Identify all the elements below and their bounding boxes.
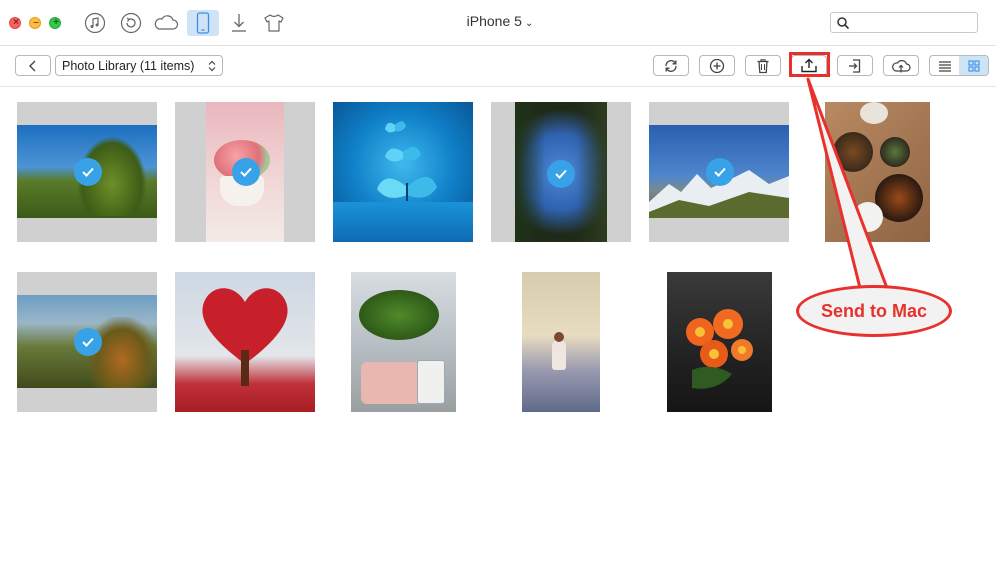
cloud-icon[interactable] (152, 10, 180, 36)
send-to-device-icon (849, 58, 861, 73)
device-name: iPhone 5 (466, 13, 522, 29)
delete-button[interactable] (745, 55, 781, 76)
search-icon (837, 17, 850, 30)
back-button[interactable] (15, 55, 51, 76)
send-to-mac-callout: Send to Mac (796, 285, 952, 337)
refresh-icon (665, 59, 677, 72)
checkmark-icon[interactable] (706, 158, 734, 186)
iphone-icon[interactable] (187, 10, 219, 36)
restore-icon[interactable] (117, 10, 145, 36)
maximize-window-button[interactable]: + (49, 17, 61, 29)
checkmark-icon[interactable] (547, 160, 575, 188)
photo-cupcake[interactable] (175, 102, 315, 242)
checkmark-icon[interactable] (232, 158, 260, 186)
photo-heart-tree[interactable] (175, 272, 315, 412)
toolbar: Photo Library (11 items) (0, 46, 996, 87)
upload-cloud-button[interactable] (883, 55, 919, 76)
device-title[interactable]: iPhone 5 ⌄ (440, 13, 560, 29)
trash-icon (757, 58, 769, 73)
photo-snowy-mountains[interactable] (649, 102, 789, 242)
download-icon[interactable] (225, 10, 253, 36)
photo-girl-in-field[interactable] (522, 272, 600, 412)
photo-trees-looking-up[interactable] (491, 102, 631, 242)
photo-office-desk-plant[interactable] (351, 272, 456, 412)
search-input[interactable] (830, 12, 978, 33)
minimize-window-button[interactable]: – (29, 17, 41, 29)
checkmark-icon[interactable] (74, 158, 102, 186)
chevron-left-icon (29, 60, 36, 71)
checkmark-icon[interactable] (74, 328, 102, 356)
photo-food-table[interactable] (825, 102, 930, 242)
callout-text: Send to Mac (820, 300, 927, 321)
upload-cloud-icon (892, 59, 911, 72)
view-mode-switch (929, 55, 989, 76)
tshirt-icon[interactable] (260, 10, 288, 36)
list-icon (938, 60, 951, 72)
chevron-down-icon: ⌄ (524, 18, 534, 29)
library-selector[interactable]: Photo Library (11 items) (55, 55, 223, 76)
photo-blue-butterflies[interactable] (333, 102, 473, 242)
grid-view-button[interactable] (959, 56, 988, 75)
add-icon (709, 58, 725, 73)
list-view-button[interactable] (930, 56, 959, 75)
music-note-icon[interactable] (81, 10, 109, 36)
send-to-device-button[interactable] (837, 55, 873, 76)
close-window-button[interactable]: × (9, 17, 21, 29)
add-button[interactable] (699, 55, 735, 76)
photo-autumn-hills[interactable] (17, 272, 157, 412)
title-bar: × – + iPhone 5 ⌄ (0, 0, 996, 46)
grid-icon (967, 59, 980, 72)
updown-chevron-icon (208, 60, 216, 72)
library-label: Photo Library (11 items) (62, 58, 195, 73)
send-to-mac-highlight (789, 52, 830, 77)
photo-forest-sky[interactable] (17, 102, 157, 242)
refresh-button[interactable] (653, 55, 689, 76)
photo-orange-flowers[interactable] (667, 272, 772, 412)
